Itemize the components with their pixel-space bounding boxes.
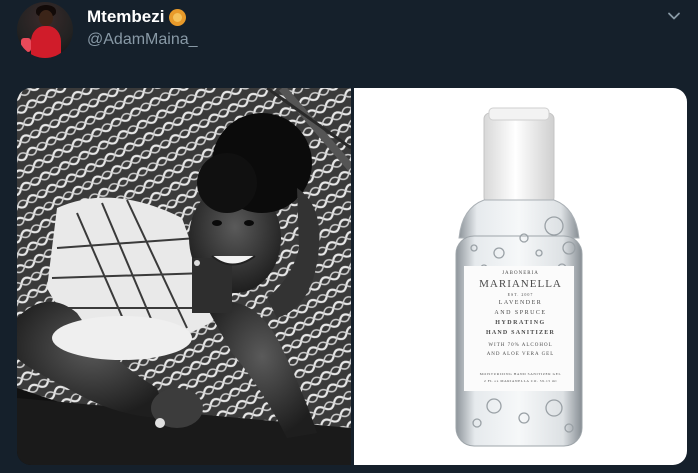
media-photo-right[interactable]: JABONERIA MARIANELLA EST. 2007 LAVENDER …: [354, 88, 687, 465]
display-name[interactable]: Mtembezi: [87, 7, 164, 27]
chevron-down-icon[interactable]: [667, 9, 681, 23]
avatar-shirt: [31, 26, 61, 58]
media-photo-left[interactable]: [17, 88, 351, 465]
display-name-row[interactable]: Mtembezi: [87, 7, 187, 27]
avatar-detail: [21, 38, 31, 52]
media-grid: JABONERIA MARIANELLA EST. 2007 LAVENDER …: [17, 88, 687, 465]
label-brand: MARIANELLA: [479, 278, 562, 290]
label-line-5: WITH 70% ALCOHOL: [488, 343, 553, 348]
tweet: Mtembezi @AdamMaina_ JABONERIA MARIANELL…: [0, 0, 698, 473]
label-line-6: AND ALOE VERA GEL: [486, 352, 555, 357]
label-line-3: HYDRATING: [495, 320, 546, 326]
avatar-head: [39, 10, 53, 26]
avatar[interactable]: [17, 2, 73, 58]
label-line-1: LAVENDER: [498, 300, 543, 306]
label-est: EST. 2007: [507, 292, 534, 297]
user-handle[interactable]: @AdamMaina_: [87, 31, 198, 49]
sanitizer-bottle-image: [455, 107, 583, 447]
label-line-2: AND SPRUCE: [494, 310, 547, 316]
label-footer-1: MOISTURIZING HAND SANITIZER GEL: [479, 372, 562, 376]
hammock-photo: [17, 88, 351, 465]
lion-face-icon: [169, 8, 187, 26]
label-line-4: HAND SANITIZER: [486, 330, 555, 336]
label-brand-small: JABONERIA: [502, 271, 539, 276]
label-footer-2: 2 FL oz MARIANELLA CO. 59.15 ml: [483, 379, 558, 383]
